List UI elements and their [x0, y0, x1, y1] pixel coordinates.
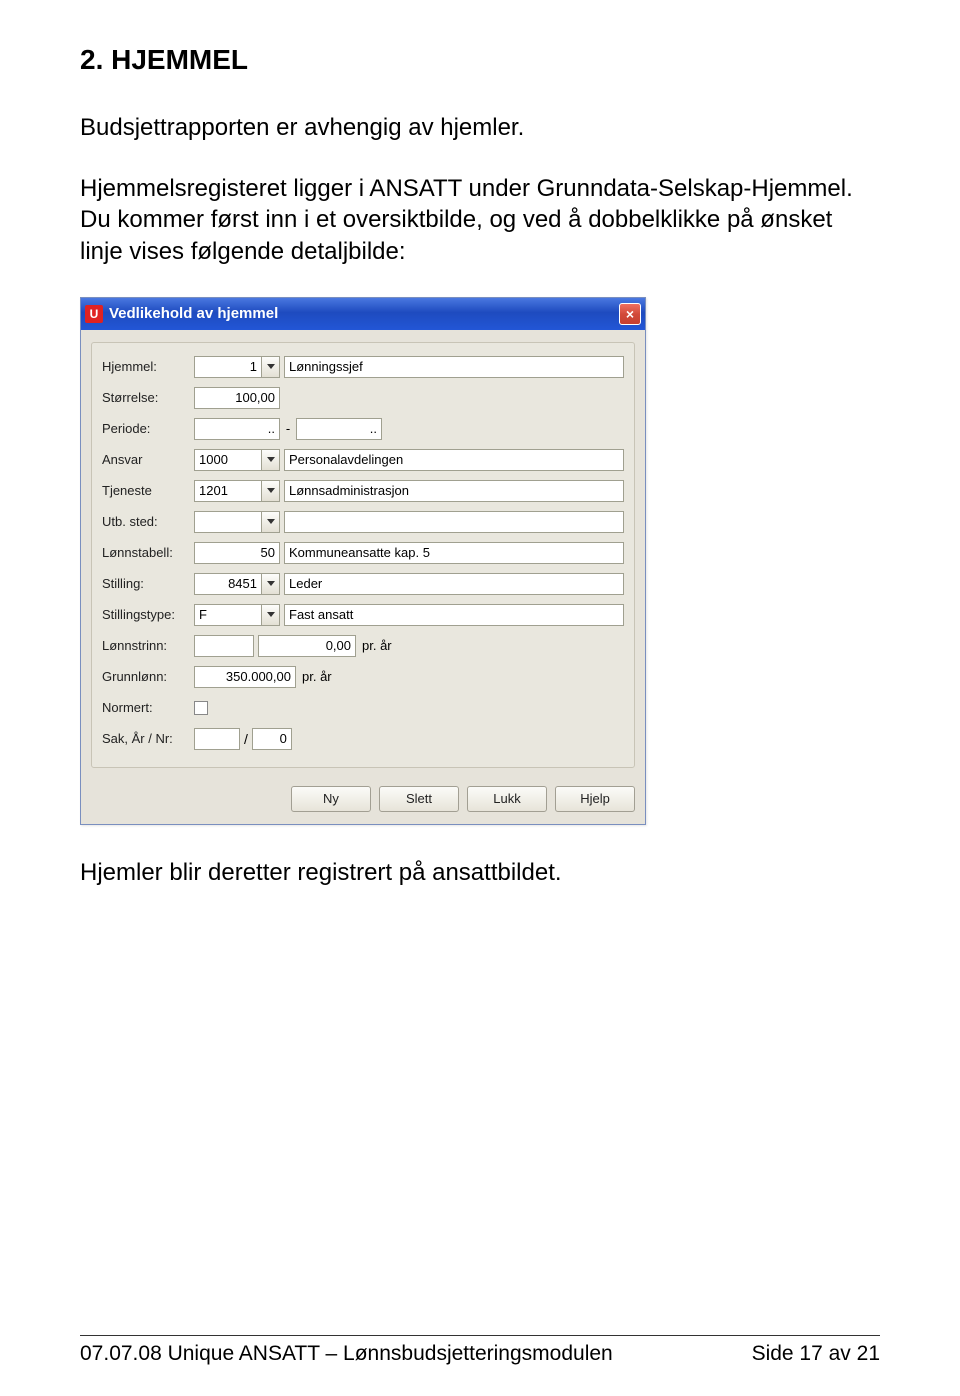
row-lonnstabell: Lønnstabell: — [102, 541, 624, 565]
label-storrelse: Størrelse: — [102, 390, 194, 405]
slett-button[interactable]: Slett — [379, 786, 459, 812]
periode-separator: - — [283, 421, 293, 436]
label-utbsted: Utb. sted: — [102, 514, 194, 529]
stillingstype-code-input[interactable] — [194, 604, 262, 626]
row-hjemmel: Hjemmel: — [102, 355, 624, 379]
ansvar-code-input[interactable] — [194, 449, 262, 471]
row-stillingstype: Stillingstype: — [102, 603, 624, 627]
utbsted-code-input[interactable] — [194, 511, 262, 533]
lonnstrinn-code-input[interactable] — [194, 635, 254, 657]
label-sak: Sak, År / Nr: — [102, 731, 194, 746]
ny-button[interactable]: Ny — [291, 786, 371, 812]
utbsted-desc-input[interactable] — [284, 511, 624, 533]
stilling-desc-input[interactable] — [284, 573, 624, 595]
lonnstabell-code-input[interactable] — [194, 542, 280, 564]
row-storrelse: Størrelse: — [102, 386, 624, 410]
stillingstype-desc-input[interactable] — [284, 604, 624, 626]
tjeneste-code-input[interactable] — [194, 480, 262, 502]
footer-left: 07.07.08 Unique ANSATT – Lønnsbudsjetter… — [80, 1342, 613, 1366]
stilling-dropdown-button[interactable] — [262, 573, 280, 595]
storrelse-input[interactable] — [194, 387, 280, 409]
label-ansvar: Ansvar — [102, 452, 194, 467]
grunnlonn-unit: pr. år — [302, 669, 332, 684]
tjeneste-desc-input[interactable] — [284, 480, 624, 502]
paragraph-after-window: Hjemler blir deretter registrert på ansa… — [80, 859, 880, 887]
lukk-button[interactable]: Lukk — [467, 786, 547, 812]
hjemmel-dropdown-button[interactable] — [262, 356, 280, 378]
ansvar-desc-input[interactable] — [284, 449, 624, 471]
sak-nr-input[interactable] — [252, 728, 292, 750]
sak-slash: / — [244, 731, 248, 747]
row-tjeneste: Tjeneste — [102, 479, 624, 503]
page-footer: 07.07.08 Unique ANSATT – Lønnsbudsjetter… — [80, 1335, 880, 1366]
label-normert: Normert: — [102, 700, 194, 715]
periode-to-input[interactable] — [296, 418, 382, 440]
label-stilling: Stilling: — [102, 576, 194, 591]
row-periode: Periode: - — [102, 417, 624, 441]
lonnstrinn-unit: pr. år — [362, 638, 392, 653]
paragraph-3: Du kommer først inn i et oversiktbilde, … — [80, 204, 880, 266]
periode-from-input[interactable] — [194, 418, 280, 440]
label-stillingstype: Stillingstype: — [102, 607, 194, 622]
utbsted-dropdown-button[interactable] — [262, 511, 280, 533]
row-grunnlonn: Grunnlønn: pr. år — [102, 665, 624, 689]
close-button[interactable]: × — [619, 303, 641, 325]
lonnstrinn-amount-input[interactable] — [258, 635, 356, 657]
button-bar: Ny Slett Lukk Hjelp — [81, 776, 645, 824]
normert-checkbox[interactable] — [194, 701, 208, 715]
row-utbsted: Utb. sted: — [102, 510, 624, 534]
paragraph-2: Hjemmelsregisteret ligger i ANSATT under… — [80, 173, 880, 204]
stilling-code-input[interactable] — [194, 573, 262, 595]
lonnstabell-desc-input[interactable] — [284, 542, 624, 564]
footer-right: Side 17 av 21 — [752, 1342, 880, 1366]
label-lonnstabell: Lønnstabell: — [102, 545, 194, 560]
ansvar-dropdown-button[interactable] — [262, 449, 280, 471]
row-sak: Sak, År / Nr: / — [102, 727, 624, 751]
stillingstype-dropdown-button[interactable] — [262, 604, 280, 626]
window-title: Vedlikehold av hjemmel — [109, 305, 619, 322]
row-lonnstrinn: Lønnstrinn: pr. år — [102, 634, 624, 658]
form-fieldset: Hjemmel: Størrelse: Periode: - — [91, 342, 635, 768]
section-heading: 2. HJEMMEL — [80, 44, 880, 76]
app-icon: U — [85, 305, 103, 323]
window-titlebar: U Vedlikehold av hjemmel × — [81, 298, 645, 330]
row-ansvar: Ansvar — [102, 448, 624, 472]
app-window: U Vedlikehold av hjemmel × Hjemmel: Stør… — [80, 297, 646, 825]
label-grunnlonn: Grunnlønn: — [102, 669, 194, 684]
sak-year-input[interactable] — [194, 728, 240, 750]
label-hjemmel: Hjemmel: — [102, 359, 194, 374]
label-periode: Periode: — [102, 421, 194, 436]
row-stilling: Stilling: — [102, 572, 624, 596]
hjelp-button[interactable]: Hjelp — [555, 786, 635, 812]
row-normert: Normert: — [102, 696, 624, 720]
hjemmel-code-input[interactable] — [194, 356, 262, 378]
label-tjeneste: Tjeneste — [102, 483, 194, 498]
grunnlonn-amount-input[interactable] — [194, 666, 296, 688]
hjemmel-desc-input[interactable] — [284, 356, 624, 378]
tjeneste-dropdown-button[interactable] — [262, 480, 280, 502]
label-lonnstrinn: Lønnstrinn: — [102, 638, 194, 653]
paragraph-1: Budsjettrapporten er avhengig av hjemler… — [80, 112, 880, 143]
